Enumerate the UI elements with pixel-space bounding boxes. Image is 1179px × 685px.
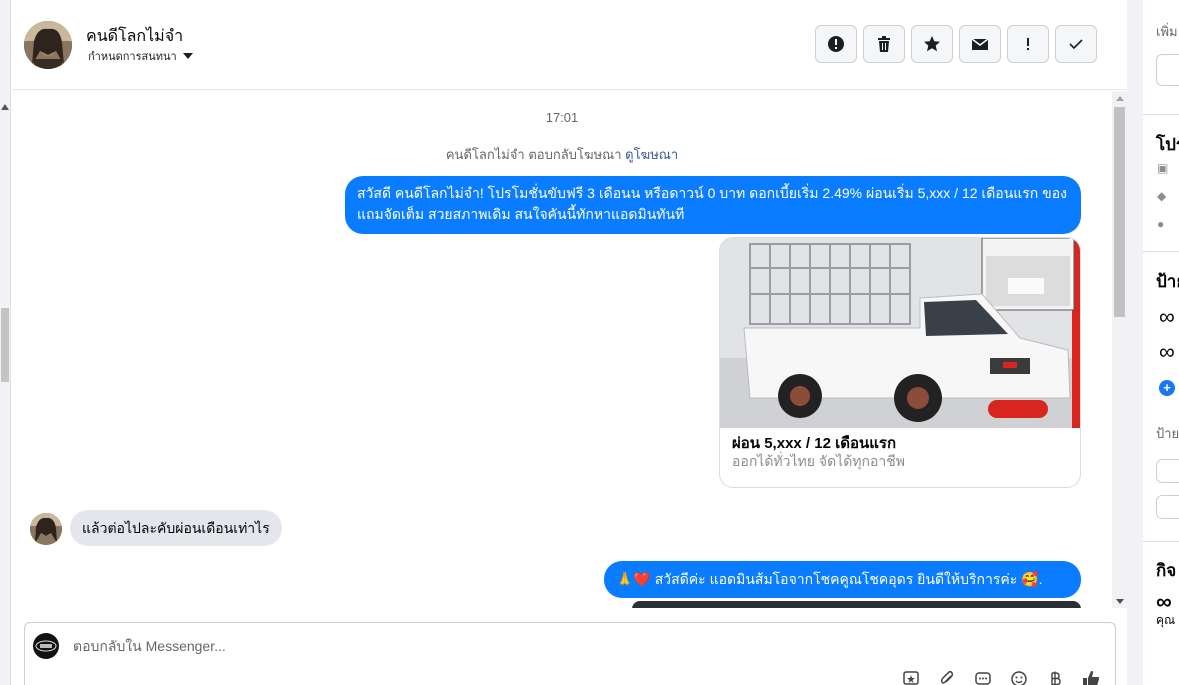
outgoing-message[interactable]: สวัสดี คนดีโลกไม่จำ! โปรโมชั่นขับฟรี 3 เ…: [345, 176, 1081, 234]
saved-reply-icon: [903, 671, 919, 685]
caret-down-icon: [182, 53, 193, 59]
labels-section-title: ป้าย: [1156, 272, 1179, 291]
conversation-header: คนดีโลกไม่จำ กำหนดการสนทนา: [12, 0, 1127, 90]
panel-divider-line: [1143, 251, 1179, 252]
add-fragment: เพิ่ม: [1156, 24, 1178, 39]
activity-small-text: คุณ: [1156, 613, 1176, 627]
next-ad-image[interactable]: [632, 601, 1081, 608]
contact-details-panel: เพิ่ม โปร ▣ ◆ ● ป้าย ∞ ∞ + ป้าย กิจ ∞ คุ…: [1143, 0, 1179, 685]
ad-reply-text: คนดีโลกไม่จำ ตอบกลับโฆษณา: [445, 147, 622, 162]
add-label-icon[interactable]: +: [1159, 380, 1175, 396]
message-thread[interactable]: 17:01 คนดีโลกไม่จำ ตอบกลับโฆษณา ดูโฆษณา …: [12, 91, 1112, 608]
label-checkbox[interactable]: [1156, 495, 1179, 519]
like-button[interactable]: [1081, 669, 1101, 685]
more-options-button[interactable]: [973, 669, 993, 685]
mark-unread-button[interactable]: [959, 25, 1001, 63]
left-scroll-thumb[interactable]: [1, 308, 9, 382]
star-icon: [924, 36, 940, 52]
spam-button[interactable]: [815, 25, 857, 63]
reply-composer: [24, 622, 1116, 685]
important-button[interactable]: [1007, 25, 1049, 63]
checkmark-icon: [1069, 39, 1083, 50]
trash-icon: [878, 36, 890, 52]
contact-avatar[interactable]: [24, 21, 72, 69]
panel-header-fragment: [1156, 0, 1161, 8]
truck-ad-image[interactable]: [720, 238, 1080, 428]
exclamation-icon: [1027, 38, 1029, 50]
attach-button[interactable]: [937, 669, 957, 685]
outgoing-message-2[interactable]: 🙏❤️ สวัสดีค่ะ แอดมินส้มโอจากโชคคูณโชคอุด…: [604, 561, 1081, 598]
label-checkbox[interactable]: [1156, 459, 1179, 483]
work-icon: ▣: [1157, 161, 1169, 175]
panel-divider-line: [1143, 114, 1179, 115]
contact-name[interactable]: คนดีโลกไม่จำ: [86, 24, 183, 49]
scroll-up-arrow[interactable]: [1, 104, 9, 110]
payment-button[interactable]: [1045, 669, 1065, 685]
labels-small-title: ป้าย: [1156, 426, 1179, 441]
alert-circle-icon: [828, 36, 844, 52]
thumbs-up-icon: [1083, 670, 1100, 685]
thread-scroll-thumb[interactable]: [1114, 107, 1125, 317]
education-icon: ◆: [1157, 189, 1167, 203]
left-panel-edge: [0, 0, 11, 685]
baht-icon: [1051, 671, 1061, 685]
assign-conversation-dropdown[interactable]: กำหนดการสนทนา: [88, 47, 193, 65]
reply-input[interactable]: [73, 635, 973, 657]
activity-section-title: กิจ: [1156, 561, 1177, 580]
smiley-icon: [1011, 671, 1027, 685]
emoji-button[interactable]: [1009, 669, 1029, 685]
assign-label: กำหนดการสนทนา: [88, 51, 177, 63]
ad-card-subtitle: ออกได้ทั่วไทย จัดได้ทุกอาชีพ: [732, 453, 906, 469]
meta-label-icon: ∞: [1159, 339, 1175, 364]
composer-tools: [901, 669, 1101, 685]
scroll-up-arrow[interactable]: [1116, 96, 1124, 101]
ad-card[interactable]: ผ่อน 5,xxx / 12 เดือนแรก ออกได้ทั่วไทย จ…: [719, 237, 1081, 488]
scroll-down-arrow[interactable]: [1116, 599, 1124, 604]
message-dots-icon: [975, 672, 991, 685]
star-button[interactable]: [911, 25, 953, 63]
location-icon: ●: [1157, 217, 1165, 231]
delete-button[interactable]: [863, 25, 905, 63]
panel-divider-line: [1143, 541, 1179, 542]
incoming-message[interactable]: แล้วต่อไปละคับผ่อนเดือนเท่าไร: [70, 510, 282, 546]
panel-divider: [1127, 0, 1143, 685]
contact-avatar-small[interactable]: [30, 513, 62, 545]
view-ad-link[interactable]: ดูโฆษณา: [625, 147, 678, 162]
page-avatar: [33, 633, 59, 659]
saved-reply-button[interactable]: [901, 669, 921, 685]
panel-input-box[interactable]: [1156, 54, 1179, 86]
conversation-toolbar: [815, 25, 1097, 63]
envelope-icon: [971, 38, 989, 50]
paperclip-icon: [940, 670, 954, 684]
ad-reply-notice: คนดีโลกไม่จำ ตอบกลับโฆษณา ดูโฆษณา: [12, 144, 1112, 165]
message-timestamp: 17:01: [545, 110, 579, 125]
profile-section-title: โปร: [1156, 135, 1179, 154]
done-button[interactable]: [1055, 25, 1097, 63]
meta-label-icon: ∞: [1159, 304, 1175, 329]
thread-scrollbar[interactable]: [1112, 91, 1127, 608]
